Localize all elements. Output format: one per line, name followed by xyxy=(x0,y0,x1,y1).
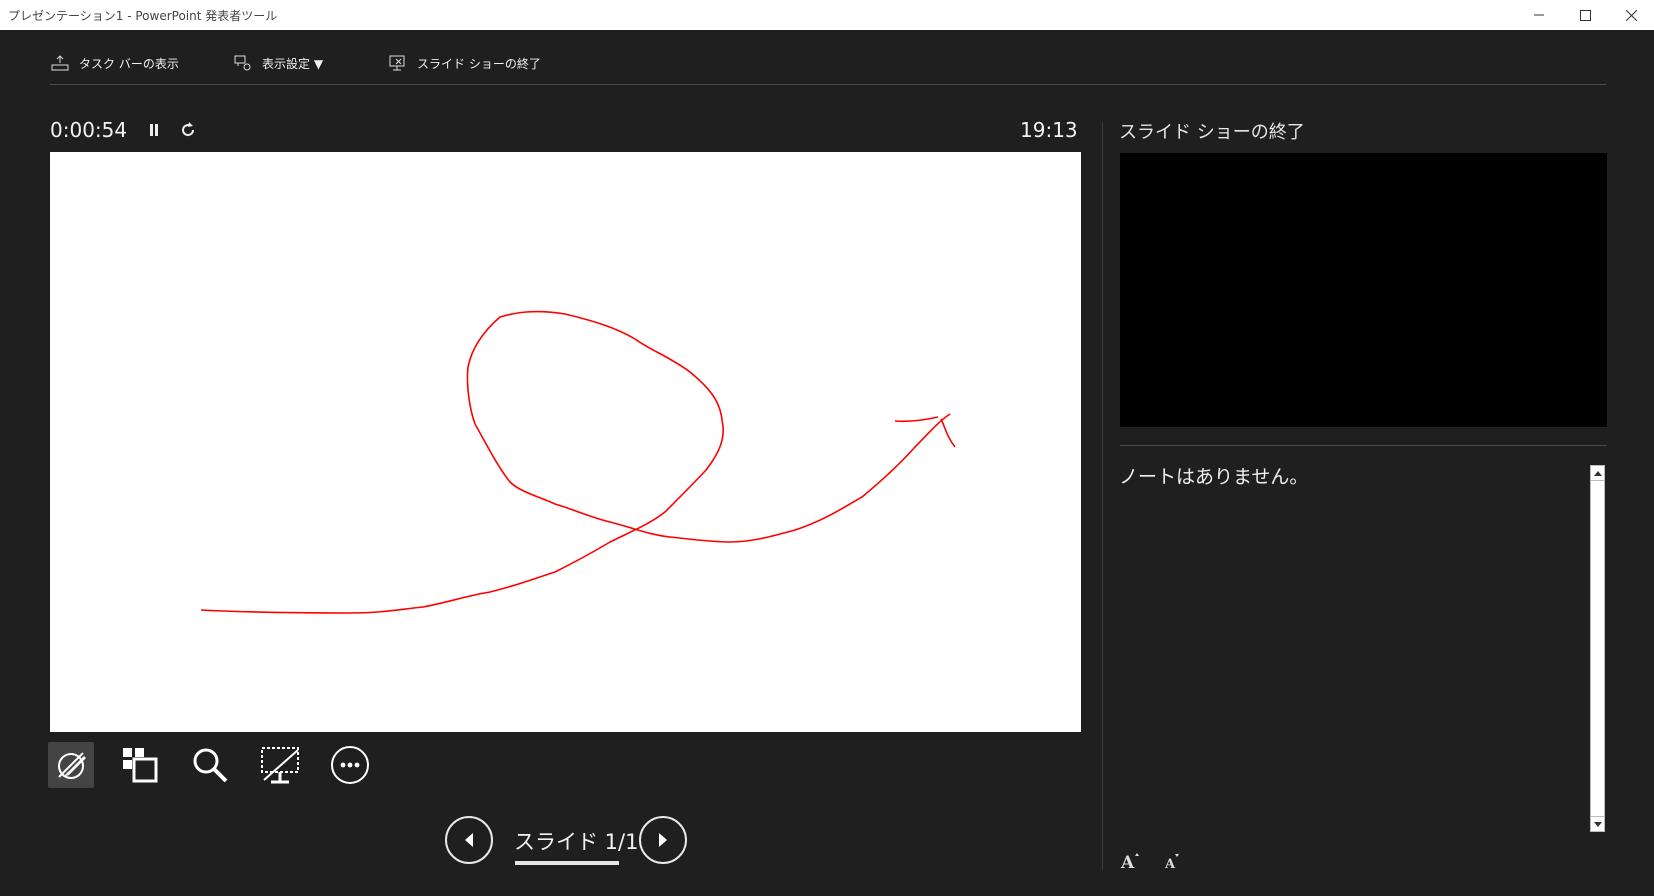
scroll-up-icon xyxy=(1593,470,1602,476)
pane-divider xyxy=(1102,122,1103,870)
display-settings-icon xyxy=(234,55,251,71)
minimize-icon xyxy=(1534,14,1544,16)
svg-text:A: A xyxy=(1164,857,1176,870)
restart-icon xyxy=(182,122,195,137)
see-all-slides-button[interactable] xyxy=(117,742,163,788)
end-slideshow-icon xyxy=(389,55,405,71)
scroll-up-button[interactable] xyxy=(1591,466,1604,481)
next-slide-label: スライド ショーの終了 xyxy=(1119,122,1305,143)
font-decrease-icon: A xyxy=(1164,854,1179,870)
increase-font-button[interactable]: A xyxy=(1118,848,1142,870)
slide-counter-underline xyxy=(515,861,619,865)
current-slide[interactable] xyxy=(50,152,1081,732)
elapsed-timer: 0:00:54 xyxy=(50,118,128,142)
taskbar-icon xyxy=(51,55,69,71)
screen-off-icon xyxy=(261,747,299,784)
ink-drawing xyxy=(200,310,956,614)
display-settings-button[interactable]: 表示設定 ▼ xyxy=(234,52,323,74)
slide-grid-icon xyxy=(123,748,158,783)
black-screen-button[interactable] xyxy=(257,742,303,788)
minimize-button[interactable] xyxy=(1516,0,1562,30)
svg-text:A: A xyxy=(1120,853,1135,870)
toolbar-divider xyxy=(50,84,1606,85)
show-taskbar-label: タスク バーの表示 xyxy=(79,56,179,71)
scroll-down-icon xyxy=(1593,821,1602,827)
previous-slide-button[interactable] xyxy=(445,816,493,864)
pen-icon xyxy=(58,752,86,779)
window-title: プレゼンテーション1 - PowerPoint 発表者ツール xyxy=(8,9,278,23)
display-settings-label: 表示設定 ▼ xyxy=(262,56,324,71)
next-slide-preview[interactable] xyxy=(1120,153,1607,427)
maximize-button[interactable] xyxy=(1562,0,1608,30)
speaker-notes[interactable]: ノートはありません。 xyxy=(1119,462,1308,489)
restart-timer-button[interactable] xyxy=(178,119,198,141)
current-time: 19:13 xyxy=(1020,118,1078,142)
close-icon xyxy=(1625,9,1637,21)
notes-divider xyxy=(1120,445,1607,446)
title-bar: プレゼンテーション1 - PowerPoint 発表者ツール xyxy=(0,0,1654,30)
next-slide-button[interactable] xyxy=(639,816,687,864)
show-taskbar-button[interactable]: タスク バーの表示 xyxy=(51,52,179,74)
maximize-icon xyxy=(1579,9,1591,21)
scroll-down-button[interactable] xyxy=(1591,816,1604,831)
pause-icon xyxy=(150,124,158,136)
font-increase-icon: A xyxy=(1120,853,1139,870)
previous-arrow-icon xyxy=(465,833,473,847)
end-slideshow-label: スライド ショーの終了 xyxy=(417,56,541,71)
magnifier-icon xyxy=(193,748,228,783)
next-arrow-icon xyxy=(659,833,667,847)
more-icon xyxy=(331,746,369,784)
slide-counter[interactable]: スライド 1/1 xyxy=(514,826,638,856)
more-options-button[interactable] xyxy=(327,742,373,788)
close-button[interactable] xyxy=(1608,0,1654,30)
notes-scrollbar[interactable] xyxy=(1590,465,1605,832)
decrease-font-button[interactable]: A xyxy=(1160,848,1184,870)
pen-tool-button[interactable] xyxy=(48,742,94,788)
pause-timer-button[interactable] xyxy=(144,119,164,141)
end-slideshow-button[interactable]: スライド ショーの終了 xyxy=(389,52,541,74)
zoom-button[interactable] xyxy=(187,742,233,788)
